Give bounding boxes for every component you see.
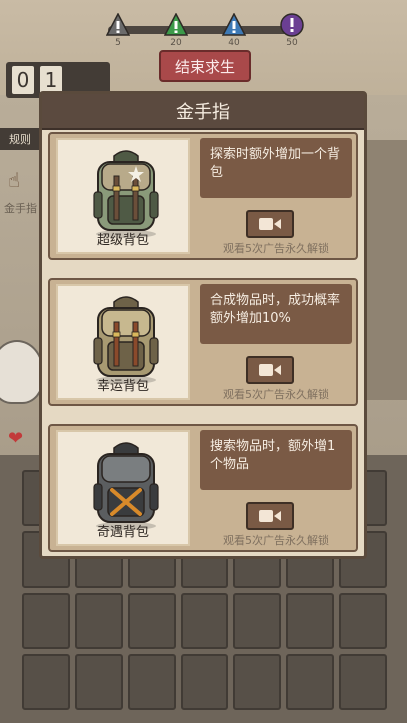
unlock-note: 观看5次广告永久解锁 bbox=[223, 534, 329, 547]
cheat-card-lucky-bag: 幸运背包 合成物品时，成功概率额外增加10% 观看5次广告永久解锁 bbox=[48, 278, 358, 406]
video-camera-icon bbox=[259, 218, 281, 230]
backpack-icon bbox=[93, 150, 159, 238]
cheat-card-super-bag: 超级背包 探索时额外增加一个背包 观看5次广告永久解锁 bbox=[48, 132, 358, 260]
card-description: 探索时额外增加一个背包 bbox=[200, 138, 352, 198]
counter-digit: 1 bbox=[40, 66, 62, 94]
exclaim-icon-purple bbox=[280, 12, 304, 38]
cheat-side-label[interactable]: 金手指 bbox=[4, 200, 37, 216]
inventory-slot[interactable] bbox=[127, 592, 176, 649]
video-camera-icon bbox=[259, 364, 281, 376]
inventory-slot[interactable] bbox=[339, 592, 387, 649]
watch-ad-button[interactable] bbox=[246, 502, 294, 530]
counter-digit: 0 bbox=[12, 66, 34, 94]
heart-icon: ❤ bbox=[8, 428, 24, 449]
hand-pointer-icon[interactable]: ☝ bbox=[8, 168, 20, 192]
inventory-slot[interactable] bbox=[233, 592, 282, 649]
unlock-note: 观看5次广告永久解锁 bbox=[223, 242, 329, 255]
card-name: 幸运背包 bbox=[96, 379, 149, 394]
rules-button[interactable]: 规则 bbox=[0, 128, 40, 150]
cheat-modal: 金手指 超级背包 探索时额外增加一个背包 观看5次广告永久解锁 幸运背包 合成物… bbox=[39, 91, 367, 559]
card-image: 奇遇背包 bbox=[56, 430, 190, 546]
modal-title: 金手指 bbox=[42, 94, 364, 130]
inventory-slot[interactable] bbox=[233, 653, 282, 710]
card-description: 搜索物品时，额外增1个物品 bbox=[200, 430, 352, 490]
inventory-slot[interactable] bbox=[22, 592, 70, 649]
marker-value: 20 bbox=[170, 38, 182, 48]
watch-ad-button[interactable] bbox=[246, 356, 294, 384]
card-image: 幸运背包 bbox=[56, 284, 190, 400]
warning-icon-green bbox=[164, 12, 188, 38]
card-name: 超级背包 bbox=[96, 233, 149, 248]
backpack-icon bbox=[93, 296, 159, 384]
card-name: 奇遇背包 bbox=[96, 525, 149, 540]
end-survival-button[interactable]: 结束求生 bbox=[159, 50, 251, 82]
warning-icon-gray bbox=[106, 12, 130, 38]
marker-value: 40 bbox=[228, 38, 240, 48]
inventory-slot[interactable] bbox=[180, 592, 229, 649]
marker-value: 50 bbox=[286, 38, 298, 48]
card-description: 合成物品时，成功概率额外增加10% bbox=[200, 284, 352, 344]
inventory-slot[interactable] bbox=[286, 592, 335, 649]
marker-value: 5 bbox=[115, 38, 121, 48]
inventory-slot[interactable] bbox=[22, 653, 70, 710]
unlock-note: 观看5次广告永久解锁 bbox=[223, 388, 329, 401]
watch-ad-button[interactable] bbox=[246, 210, 294, 238]
card-image: 超级背包 bbox=[56, 138, 190, 254]
cheat-card-adventure-bag: 奇遇背包 搜索物品时，额外增1个物品 观看5次广告永久解锁 bbox=[48, 424, 358, 552]
video-camera-icon bbox=[259, 510, 281, 522]
inventory-slot[interactable] bbox=[74, 653, 123, 710]
progress-track bbox=[108, 26, 298, 34]
inventory-slot[interactable] bbox=[74, 592, 123, 649]
inventory-slot[interactable] bbox=[339, 653, 387, 710]
backpack-icon bbox=[93, 442, 159, 530]
inventory-slot[interactable] bbox=[180, 653, 229, 710]
background-wall bbox=[367, 140, 407, 400]
inventory-slot[interactable] bbox=[127, 653, 176, 710]
inventory-slot[interactable] bbox=[286, 653, 335, 710]
warning-icon-blue bbox=[222, 12, 246, 38]
